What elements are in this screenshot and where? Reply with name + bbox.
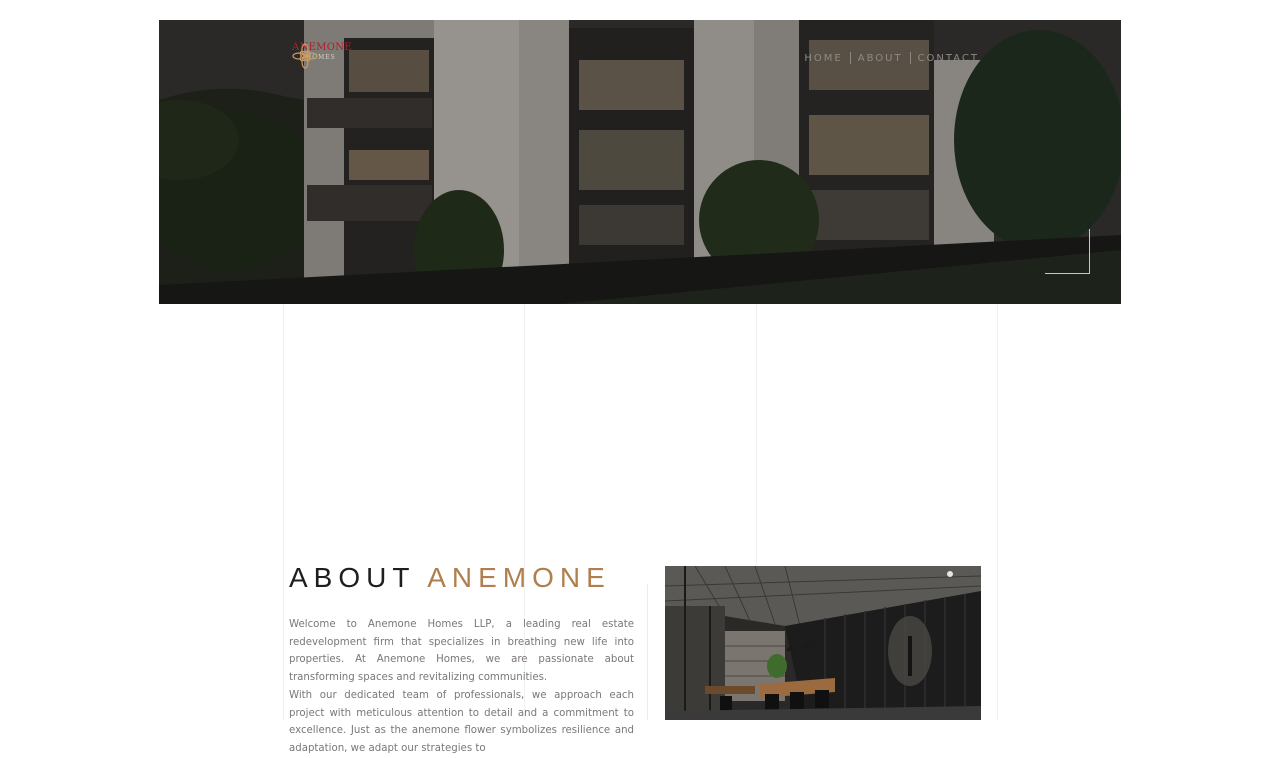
- hero-banner: ANEMONE HOMES HOME ABOUT CONTACT: [159, 20, 1121, 304]
- decorative-corner-bracket: [1045, 229, 1090, 274]
- nav-separator: [849, 52, 851, 64]
- office-render: [665, 566, 981, 720]
- about-description: Welcome to Anemone Homes LLP, a leading …: [289, 616, 634, 758]
- main-nav: HOME ABOUT CONTACT: [804, 52, 979, 64]
- nav-about-link[interactable]: ABOUT: [858, 53, 903, 64]
- brand-logo[interactable]: ANEMONE HOMES: [292, 43, 352, 69]
- nav-contact-link[interactable]: CONTACT: [918, 53, 979, 64]
- anemone-flower-icon: [292, 43, 318, 69]
- about-paragraph: Welcome to Anemone Homes LLP, a leading …: [289, 619, 634, 684]
- about-heading: ABOUT ANEMONE: [289, 562, 611, 594]
- nav-separator: [909, 52, 911, 64]
- nav-home-link[interactable]: HOME: [804, 53, 842, 64]
- image-frame-line: [647, 584, 648, 720]
- grid-line: [997, 304, 998, 720]
- about-heading-accent: ANEMONE: [427, 562, 611, 593]
- grid-line: [283, 304, 284, 720]
- office-interior-image: [665, 566, 981, 720]
- about-paragraph: With our dedicated team of professionals…: [289, 689, 634, 754]
- about-heading-plain: ABOUT: [289, 562, 415, 593]
